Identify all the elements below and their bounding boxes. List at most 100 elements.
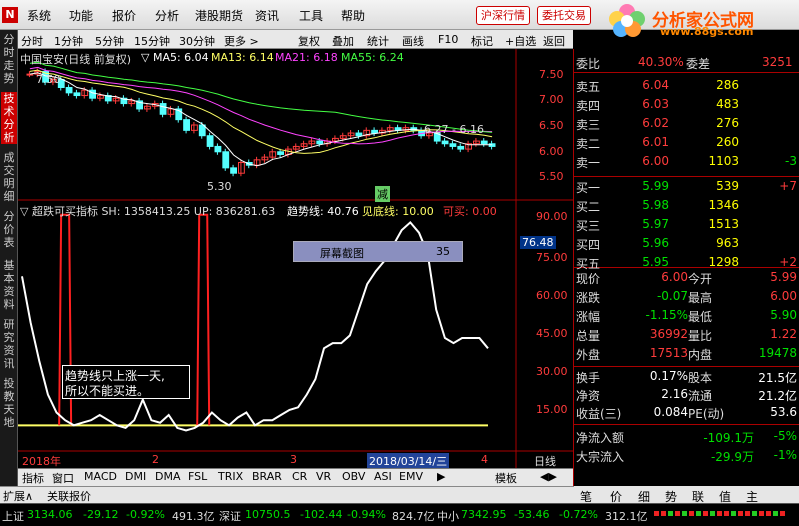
btn-overlay[interactable]: 叠加 <box>332 33 354 49</box>
quote-value: 1.22 <box>770 327 797 341</box>
btn-add-watch[interactable]: +自选 <box>505 33 536 49</box>
trade-button[interactable]: 委托交易 <box>537 6 591 25</box>
quote-row: 外盘 17513 内盘 19478 <box>574 346 799 364</box>
btn-adjust[interactable]: 复权 <box>298 33 320 49</box>
zx-label: 中小 <box>437 510 459 523</box>
ind-ytick: 45.00 <box>536 327 568 340</box>
buy-level-row[interactable]: 买三 5.97 1513 <box>574 217 799 235</box>
itab-indicator[interactable]: 指标 <box>22 470 44 486</box>
rtab-detail[interactable]: 细 <box>638 488 650 505</box>
rtab-trend[interactable]: 势 <box>665 488 677 505</box>
ma-line <box>29 72 493 167</box>
fund-value: 21.5亿 <box>758 371 797 385</box>
itab-dmi[interactable]: DMI <box>125 470 146 483</box>
menu-tools[interactable]: 工具 <box>299 7 323 24</box>
related-quote-button[interactable]: 关联报价 <box>47 488 91 504</box>
sell-level-row[interactable]: 卖五 6.04 286 <box>574 78 799 96</box>
itab-fsl[interactable]: FSL <box>188 470 207 483</box>
tab-intraday[interactable]: 分时走势 <box>1 33 17 85</box>
screenshot-box-value: 35 <box>436 245 450 258</box>
candle-body <box>222 151 230 169</box>
tab-trade-detail[interactable]: 成交明细 <box>1 151 17 203</box>
itab-asi[interactable]: ASI <box>374 470 392 483</box>
quote-label: 内盘 <box>688 348 713 362</box>
fundamental-row: 换手 0.17% 股本 21.5亿 <box>574 369 799 387</box>
expand-button[interactable]: 扩展∧ <box>3 488 33 504</box>
sh-label: 上证 <box>2 510 24 523</box>
rtab-linked[interactable]: 联 <box>692 488 704 505</box>
tab-technical[interactable]: 技术分析 <box>1 92 17 144</box>
level-price: 6.01 <box>642 135 669 149</box>
zx-amount: 312.1亿 <box>605 510 648 523</box>
itab-brar[interactable]: BRAR <box>252 470 282 483</box>
candle-body <box>371 129 378 134</box>
shsz-quote-button[interactable]: 沪深行情 <box>476 6 530 25</box>
btn-draw[interactable]: 画线 <box>402 33 424 49</box>
rtab-price[interactable]: 价 <box>610 488 622 505</box>
menu-analysis[interactable]: 分析 <box>155 7 179 24</box>
menu-hk-futures[interactable]: 港股期货 <box>195 7 243 24</box>
btn-stats[interactable]: 统计 <box>367 33 389 49</box>
btn-mark[interactable]: 标记 <box>471 33 493 49</box>
menu-function[interactable]: 功能 <box>69 7 93 24</box>
fundamental-row: 收益(三) 0.084 PE(动) 53.6 <box>574 405 799 423</box>
itab-macd[interactable]: MACD <box>84 470 117 483</box>
level-price: 6.02 <box>642 116 669 130</box>
btn-f10[interactable]: F10 <box>438 33 458 46</box>
x-axis-month4: 4 <box>481 453 488 466</box>
fund-label: 流通 <box>688 389 713 403</box>
menu-help[interactable]: 帮助 <box>341 7 365 24</box>
menu-info[interactable]: 资讯 <box>255 7 279 24</box>
tab-research[interactable]: 研究资讯 <box>1 318 17 370</box>
quote-value: 17513 <box>649 346 688 360</box>
sz-amount: 824.7亿 <box>392 510 435 523</box>
itab-vr[interactable]: VR <box>316 470 331 483</box>
x-axis-month3: 3 <box>290 453 297 466</box>
period-30min[interactable]: 30分钟 <box>179 33 215 49</box>
rtab-main[interactable]: 主 <box>746 488 758 505</box>
itab-dma[interactable]: DMA <box>155 470 181 483</box>
buy-level-row[interactable]: 买四 5.96 963 <box>574 236 799 254</box>
btn-back[interactable]: 返回 <box>543 33 565 49</box>
itab-scroll[interactable]: ◀▶ <box>540 470 557 483</box>
candle-body <box>253 159 261 166</box>
ma13-label: MA13: 6.14 <box>211 51 274 64</box>
tab-fundamentals[interactable]: 基本资料 <box>1 259 17 311</box>
menu-system[interactable]: 系统 <box>27 7 51 24</box>
zx-value: 7342.95 <box>461 508 507 521</box>
menu-quote[interactable]: 报价 <box>112 7 136 24</box>
candle-body <box>480 140 488 145</box>
itab-trix[interactable]: TRIX <box>218 470 243 483</box>
level-change: +7 <box>779 179 797 193</box>
candle-body <box>332 137 339 142</box>
itab-window[interactable]: 窗口 <box>52 470 74 486</box>
sell-level-row[interactable]: 卖二 6.01 260 <box>574 135 799 153</box>
sell-level-row[interactable]: 卖三 6.02 276 <box>574 116 799 134</box>
level-price: 5.96 <box>642 236 669 250</box>
candle-body <box>316 140 324 145</box>
itab-cr[interactable]: CR <box>292 470 307 483</box>
level-volume: 260 <box>716 135 739 149</box>
money-flow-row: 大宗流入 -29.9万 -1% <box>574 448 799 466</box>
sell-level-row[interactable]: 卖四 6.03 483 <box>574 97 799 115</box>
tab-investor-edu[interactable]: 投教天地 <box>1 377 17 429</box>
period-5min[interactable]: 5分钟 <box>95 33 124 49</box>
itab-emv[interactable]: EMV <box>399 470 423 483</box>
flow-label: 净流入额 <box>576 431 625 445</box>
period-intraday[interactable]: 分时 <box>21 33 43 49</box>
buy-level-row[interactable]: 买一 5.99 539 +7 <box>574 179 799 197</box>
rtab-trades[interactable]: 笔 <box>580 488 592 505</box>
quote-label: 最高 <box>688 291 713 305</box>
buy-level-row[interactable]: 买二 5.98 1346 <box>574 198 799 216</box>
tab-price-table[interactable]: 分价表 <box>1 210 17 252</box>
sell-level-row[interactable]: 卖一 6.00 1103 -3 <box>574 154 799 172</box>
period-15min[interactable]: 15分钟 <box>134 33 170 49</box>
rtab-value[interactable]: 值 <box>719 488 731 505</box>
itab-more[interactable]: ▶ <box>437 470 445 483</box>
itab-template[interactable]: 模板 <box>495 470 517 486</box>
flow-value: -109.1万 <box>703 431 754 445</box>
itab-obv[interactable]: OBV <box>342 470 365 483</box>
period-1min[interactable]: 1分钟 <box>54 33 83 49</box>
period-more[interactable]: 更多 > <box>224 33 259 49</box>
low-price-label: 5.30 <box>207 180 232 193</box>
